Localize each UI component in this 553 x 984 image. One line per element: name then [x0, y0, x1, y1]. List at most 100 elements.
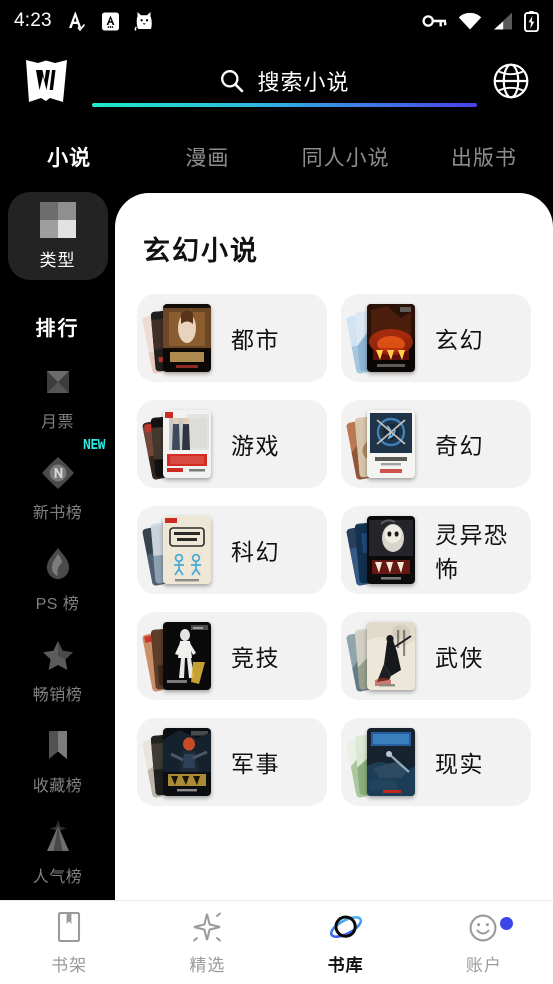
sidebar-item-psbang-label: PS 榜	[35, 596, 80, 613]
sidebar-item-changxiaobang-label: 畅销榜	[32, 687, 83, 704]
sidebar-item-yuepiao[interactable]: 月票	[0, 363, 115, 432]
cat-face-icon	[134, 11, 152, 31]
category-label: 科幻	[231, 539, 280, 565]
bookmark-icon	[48, 731, 67, 759]
category-label: 武侠	[435, 645, 484, 671]
bottom-navigation: 书架 精选 书库 账户	[0, 900, 553, 984]
sparkle-icon	[193, 912, 222, 942]
search-bar[interactable]: 搜索小说	[92, 53, 477, 109]
cover-front	[367, 728, 415, 796]
sidebar-section-ranking: 排行	[35, 318, 80, 340]
status-notification-icons	[68, 10, 155, 32]
tab-tongrenxiaoshuo[interactable]: 同人小说	[277, 142, 415, 172]
search-row: 搜索小说	[219, 64, 349, 98]
cover-front	[367, 622, 415, 690]
category-card-kehuan[interactable]: 科幻	[137, 506, 327, 594]
cover-stack	[345, 619, 423, 693]
nav-item-shuku[interactable]: 书库	[277, 909, 415, 976]
category-label: 玄幻	[435, 327, 484, 353]
category-card-jingji[interactable]: 竞技	[137, 612, 327, 700]
smiley-icon	[469, 914, 497, 942]
cover-front	[367, 516, 415, 584]
cover-stack	[345, 513, 423, 587]
account-badge-dot	[499, 917, 513, 930]
new-badge: NEW	[83, 438, 105, 453]
category-card-xianshi[interactable]: 现实	[341, 718, 531, 806]
nav-item-zhanghu[interactable]: 账户	[415, 909, 553, 976]
cover-stack	[345, 725, 423, 799]
sidebar-item-type[interactable]: 类型	[7, 192, 108, 280]
sidebar-item-xinshubang-label: 新书榜	[32, 505, 83, 522]
status-bar: 4:23	[0, 0, 553, 42]
cover-stack	[141, 513, 219, 587]
category-card-xuanhuan[interactable]: 玄幻	[341, 294, 531, 382]
cover-front	[163, 516, 211, 584]
a-check-icon	[68, 12, 85, 32]
sidebar-item-xinshubang[interactable]: NEW 新书榜	[0, 438, 115, 523]
cover-front	[367, 304, 415, 372]
planet-icon	[329, 915, 362, 938]
category-panel: 玄幻小说 都市 玄幻 游戏 奇幻 科幻 灵异恐怖 竞技 武侠 军事 现实	[115, 193, 553, 900]
nav-item-jingxuan[interactable]: 精选	[138, 909, 276, 976]
nav-item-shuku-label: 书库	[327, 956, 364, 975]
app-root: 4:23 搜索小说 小说 漫画 同人小说 出版书 类型 排行 月票 NEW 新书…	[0, 0, 553, 984]
category-label: 都市	[231, 327, 280, 353]
search-icon	[221, 70, 244, 93]
cover-front	[367, 410, 415, 478]
category-label: 军事	[231, 751, 280, 777]
diamond-icon	[46, 371, 69, 393]
top-tabs: 小说 漫画 同人小说 出版书	[0, 128, 553, 186]
tab-manhua[interactable]: 漫画	[138, 142, 276, 172]
cover-stack	[141, 619, 219, 693]
a-box-icon	[101, 12, 119, 30]
category-card-junshi[interactable]: 军事	[137, 718, 327, 806]
status-system-icons	[422, 10, 539, 32]
app-header: 搜索小说	[0, 42, 553, 120]
cover-stack	[345, 407, 423, 481]
category-card-lingyikongbu[interactable]: 灵异恐怖	[341, 506, 531, 594]
cover-front	[163, 304, 211, 372]
globe-icon[interactable]	[491, 61, 531, 101]
vpn-key-icon	[422, 15, 447, 27]
book-icon	[58, 911, 81, 943]
search-input[interactable]: 搜索小说	[257, 65, 349, 97]
sidebar-item-shoucangbang-label: 收藏榜	[32, 778, 83, 795]
category-sidebar[interactable]: 类型 排行 月票 NEW 新书榜 PS 榜 畅销榜 收藏榜 人气榜	[0, 186, 115, 900]
sidebar-item-changxiaobang[interactable]: 畅销榜	[0, 636, 115, 705]
tab-xiaoshuo[interactable]: 小说	[0, 142, 138, 172]
category-grid: 都市 玄幻 游戏 奇幻 科幻 灵异恐怖 竞技 武侠 军事 现实	[137, 294, 531, 806]
category-label: 竞技	[231, 645, 280, 671]
cover-front	[163, 410, 211, 478]
category-card-youxi[interactable]: 游戏	[137, 400, 327, 488]
star-icon	[42, 641, 73, 670]
cover-stack	[141, 301, 219, 375]
cellular-signal-icon	[494, 12, 512, 29]
tab-chubanshu[interactable]: 出版书	[415, 142, 553, 172]
sidebar-item-type-label: 类型	[39, 250, 76, 270]
sidebar-item-psbang[interactable]: PS 榜	[0, 545, 115, 614]
n-badge-icon	[41, 457, 74, 489]
w-logo[interactable]	[22, 58, 70, 104]
sidebar-item-renqibang-label: 人气榜	[32, 869, 83, 886]
nav-item-shujia-label: 书架	[51, 956, 88, 975]
sidebar-item-renqibang[interactable]: 人气榜	[0, 818, 115, 887]
category-card-qihuan[interactable]: 奇幻	[341, 400, 531, 488]
sidebar-item-shoucangbang[interactable]: 收藏榜	[0, 727, 115, 796]
status-time: 4:23	[14, 10, 52, 31]
nav-item-shujia[interactable]: 书架	[0, 909, 138, 976]
grid-icon	[39, 201, 76, 238]
sidebar-item-yuepiao-label: 月票	[40, 414, 74, 431]
cover-front	[163, 728, 211, 796]
battery-charging-icon	[524, 10, 539, 32]
category-card-dushi[interactable]: 都市	[137, 294, 327, 382]
category-label: 灵异恐怖	[435, 522, 509, 582]
category-label: 现实	[435, 751, 484, 777]
wifi-icon	[458, 12, 482, 29]
search-underline	[92, 103, 477, 107]
cover-stack	[345, 301, 423, 375]
category-card-wuxia[interactable]: 武侠	[341, 612, 531, 700]
category-label: 奇幻	[435, 433, 484, 459]
page-title: 玄幻小说	[143, 236, 259, 266]
flame-icon	[46, 548, 69, 579]
cover-front	[163, 622, 211, 690]
